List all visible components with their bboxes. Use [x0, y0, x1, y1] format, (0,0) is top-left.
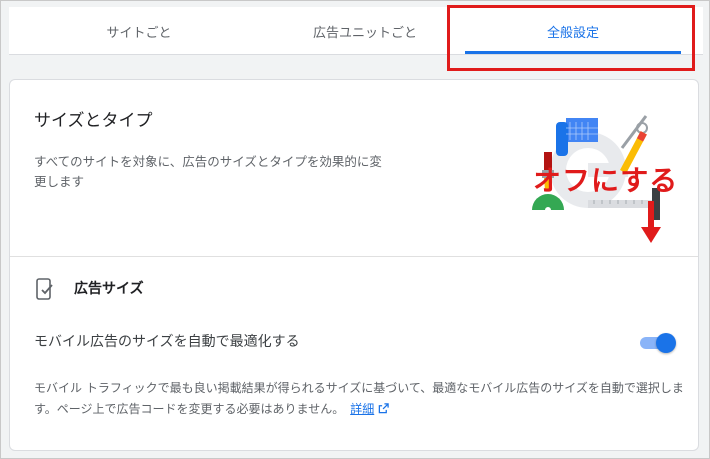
mobile-check-icon: [36, 278, 53, 300]
card-title: サイズとタイプ: [34, 111, 153, 131]
tab-per-site[interactable]: サイトごと: [59, 7, 219, 55]
card-description: すべてのサイトを対象に、広告のサイズとタイプを効果的に変更します: [34, 154, 382, 189]
annotation-turn-off: オフにする: [533, 164, 679, 197]
section-divider: [10, 256, 698, 257]
learn-more-link[interactable]: 詳細: [350, 402, 374, 416]
annotation-arrow-down-icon: [641, 201, 661, 243]
external-link-icon[interactable]: [378, 403, 389, 414]
auto-optimize-label: モバイル広告のサイズを自動で最適化する: [34, 334, 300, 350]
toggle-thumb: [656, 333, 676, 353]
size-and-type-card: サイズとタイプ すべてのサイトを対象に、広告のサイズとタイプを効果的に変更します: [9, 79, 699, 451]
tab-per-ad-unit[interactable]: 広告ユニットごと: [275, 7, 455, 55]
learn-more-label: 詳細: [350, 402, 375, 416]
help-text: モバイル トラフィックで最も良い掲載結果が得られるサイズに基づいて、最適なモバイ…: [34, 378, 684, 420]
auto-optimize-toggle[interactable]: [638, 333, 676, 353]
annotation-highlight-box: [447, 5, 695, 71]
section-title-ad-size: 広告サイズ: [74, 281, 144, 297]
screenshot-frame: サイトごと 広告ユニットごと 全般設定 サイズとタイプ すべてのサイトを対象に、…: [0, 0, 710, 459]
